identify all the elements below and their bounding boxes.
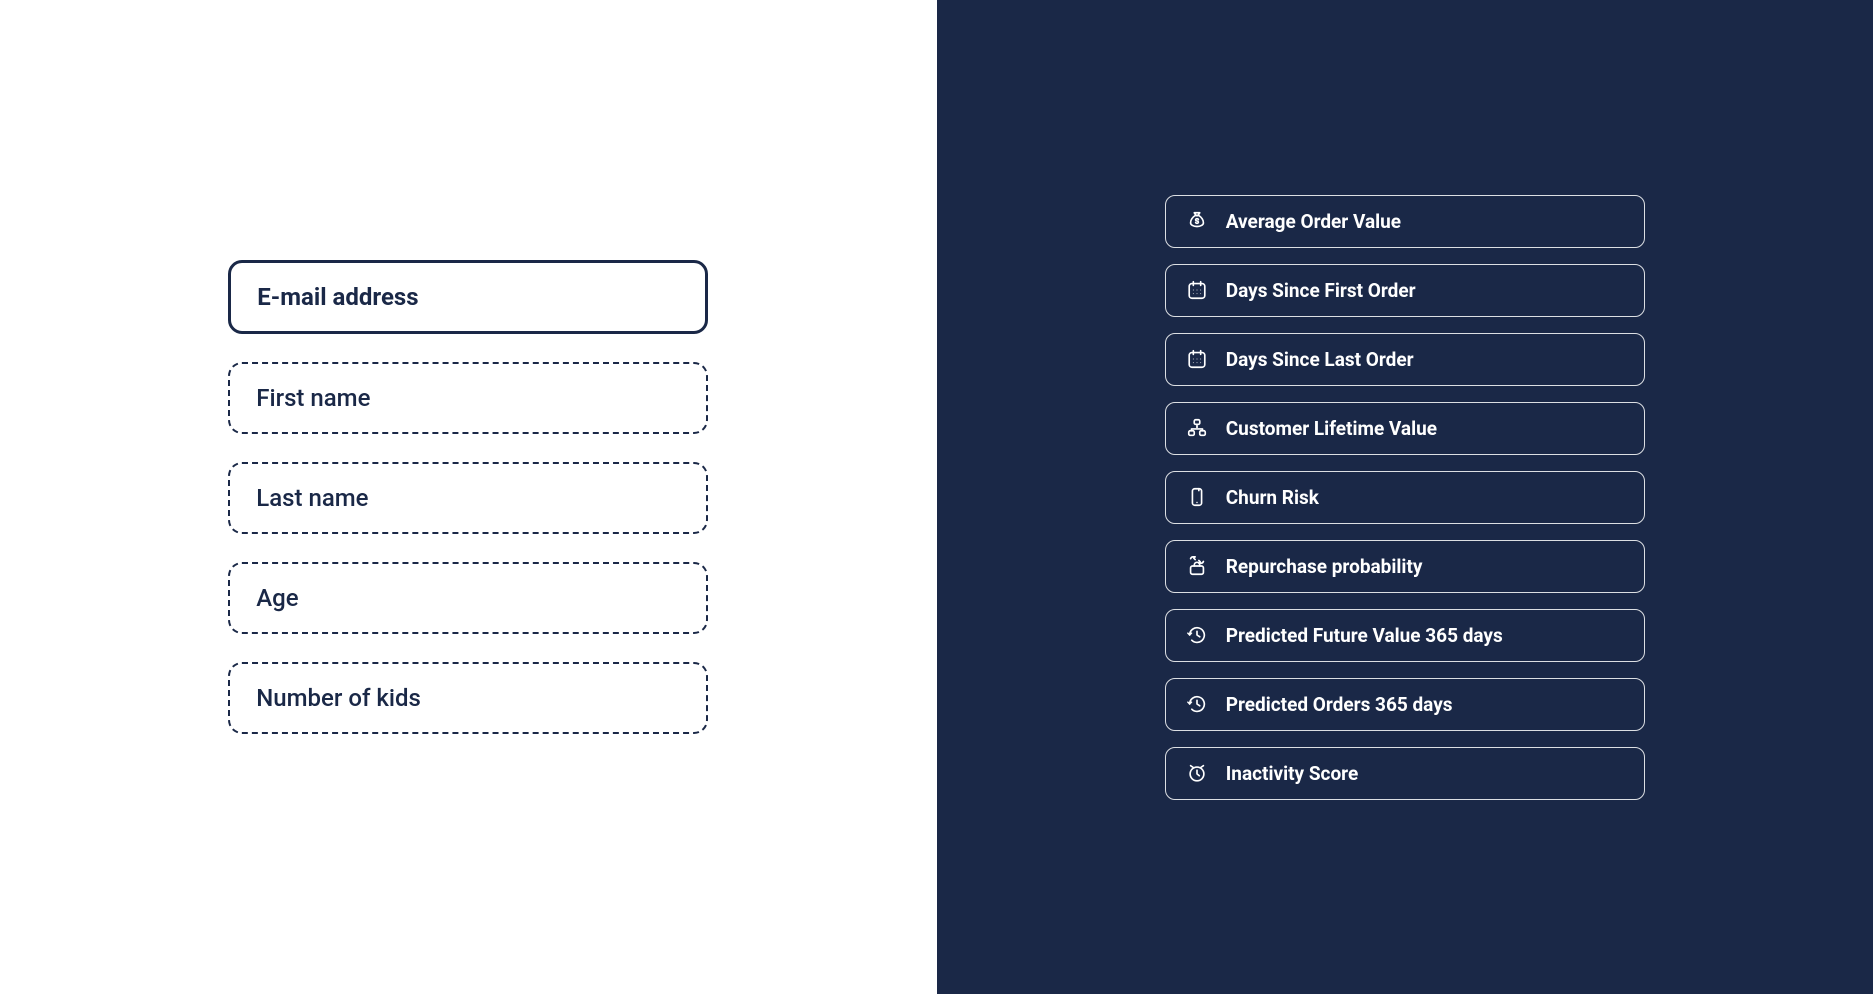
metric-average-order-value[interactable]: Average Order Value [1165,195,1645,248]
metric-label: Days Since Last Order [1226,348,1414,371]
metric-label: Customer Lifetime Value [1226,417,1437,440]
calendar-icon [1186,279,1208,301]
metric-days-since-last-order[interactable]: Days Since Last Order [1165,333,1645,386]
metric-repurchase-probability[interactable]: Repurchase probability [1165,540,1645,593]
clock-forward-icon [1186,624,1208,646]
metric-churn-risk[interactable]: Churn Risk [1165,471,1645,524]
metric-predicted-future-value[interactable]: Predicted Future Value 365 days [1165,609,1645,662]
last-name-field[interactable]: Last name [228,462,708,534]
metric-label: Average Order Value [1226,210,1401,233]
form-fields: E-mail address First name Last name Age … [228,260,708,734]
phone-icon [1186,486,1208,508]
hierarchy-icon [1186,417,1208,439]
email-field[interactable]: E-mail address [228,260,708,334]
number-of-kids-field[interactable]: Number of kids [228,662,708,734]
metric-label: Predicted Orders 365 days [1226,693,1453,716]
metric-days-since-first-order[interactable]: Days Since First Order [1165,264,1645,317]
clock-forward-icon [1186,693,1208,715]
metric-label: Predicted Future Value 365 days [1226,624,1503,647]
metric-customer-lifetime-value[interactable]: Customer Lifetime Value [1165,402,1645,455]
metric-label: Churn Risk [1226,486,1319,509]
metric-list: Average Order Value Days Since First Ord… [1165,195,1645,800]
cart-repeat-icon [1186,555,1208,577]
first-name-field[interactable]: First name [228,362,708,434]
money-bag-icon [1186,210,1208,232]
right-panel: Average Order Value Days Since First Ord… [937,0,1873,994]
left-panel: E-mail address First name Last name Age … [0,0,937,994]
metric-predicted-orders[interactable]: Predicted Orders 365 days [1165,678,1645,731]
calendar-icon [1186,348,1208,370]
age-field[interactable]: Age [228,562,708,634]
alarm-clock-icon [1186,762,1208,784]
metric-label: Days Since First Order [1226,279,1416,302]
metric-label: Repurchase probability [1226,555,1423,578]
metric-inactivity-score[interactable]: Inactivity Score [1165,747,1645,800]
metric-label: Inactivity Score [1226,762,1358,785]
